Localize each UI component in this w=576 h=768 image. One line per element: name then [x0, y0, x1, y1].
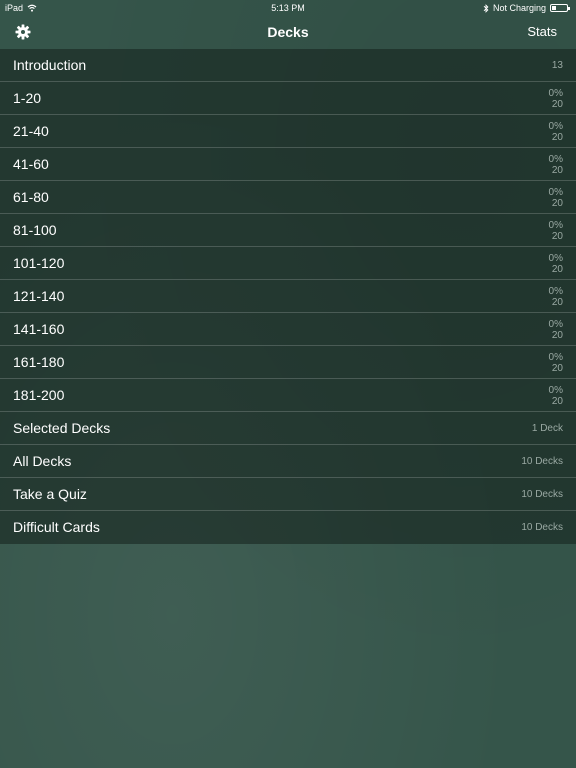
deck-card-count: 20: [551, 230, 563, 242]
deck-row[interactable]: Take a Quiz 10 Decks: [0, 478, 576, 511]
deck-row[interactable]: 21-40 0% 20: [0, 115, 576, 148]
deck-progress: 0%: [548, 87, 563, 99]
deck-card-count: 20: [551, 131, 563, 143]
deck-detail: 0% 20: [549, 346, 563, 379]
deck-progress: 0%: [548, 219, 563, 231]
deck-count: 10 Decks: [521, 456, 563, 467]
deck-label: 121-140: [13, 288, 65, 304]
navigation-bar: Decks Stats: [0, 16, 576, 48]
deck-count: 13: [551, 60, 563, 71]
deck-label: 181-200: [13, 387, 65, 403]
deck-row[interactable]: Introduction 13: [0, 49, 576, 82]
deck-progress: 0%: [548, 351, 563, 363]
deck-progress: 0%: [548, 186, 563, 198]
deck-card-count: 20: [551, 164, 563, 176]
deck-card-count: 20: [551, 296, 563, 308]
deck-row[interactable]: 41-60 0% 20: [0, 148, 576, 181]
deck-label: 101-120: [13, 255, 65, 271]
deck-count: 10 Decks: [521, 522, 563, 533]
deck-detail: 10 Decks: [521, 511, 563, 544]
deck-label: 1-20: [13, 90, 42, 106]
status-bar: iPad 5:13 PM Not Charging: [0, 0, 576, 16]
deck-card-count: 20: [551, 329, 563, 341]
deck-progress: 0%: [548, 153, 563, 165]
deck-card-count: 20: [551, 395, 563, 407]
deck-label: Difficult Cards: [13, 519, 100, 535]
deck-detail: 0% 20: [549, 82, 563, 115]
battery-tip: [568, 7, 570, 10]
deck-row[interactable]: 61-80 0% 20: [0, 181, 576, 214]
deck-detail: 1 Deck: [532, 412, 563, 445]
deck-detail: 0% 20: [549, 280, 563, 313]
deck-label: Introduction: [13, 57, 87, 73]
deck-progress: 0%: [548, 384, 563, 396]
deck-row[interactable]: All Decks 10 Decks: [0, 445, 576, 478]
deck-label: 81-100: [13, 222, 57, 238]
deck-row[interactable]: 141-160 0% 20: [0, 313, 576, 346]
deck-label: 61-80: [13, 189, 49, 205]
deck-label: 161-180: [13, 354, 65, 370]
battery-level: [552, 6, 556, 10]
deck-label: 141-160: [13, 321, 65, 337]
deck-count: 10 Decks: [521, 489, 563, 500]
deck-row[interactable]: 101-120 0% 20: [0, 247, 576, 280]
deck-detail: 10 Decks: [521, 478, 563, 511]
deck-detail: 0% 20: [549, 214, 563, 247]
bluetooth-icon: [483, 3, 489, 13]
deck-row[interactable]: Difficult Cards 10 Decks: [0, 511, 576, 544]
deck-card-count: 20: [551, 263, 563, 275]
deck-detail: 0% 20: [549, 379, 563, 412]
deck-row[interactable]: 181-200 0% 20: [0, 379, 576, 412]
deck-row[interactable]: 161-180 0% 20: [0, 346, 576, 379]
deck-detail: 0% 20: [549, 115, 563, 148]
stats-button[interactable]: Stats: [527, 16, 557, 48]
deck-label: Selected Decks: [13, 420, 111, 436]
deck-row[interactable]: 81-100 0% 20: [0, 214, 576, 247]
deck-list: Introduction 13 1-20 0% 20 21-40 0% 20 41-60 0% 20…: [0, 49, 576, 544]
deck-detail: 0% 20: [549, 148, 563, 181]
deck-progress: 0%: [548, 285, 563, 297]
deck-card-count: 20: [551, 197, 563, 209]
status-right: Not Charging: [483, 0, 570, 16]
deck-row[interactable]: 1-20 0% 20: [0, 82, 576, 115]
deck-progress: 0%: [548, 120, 563, 132]
deck-count: 1 Deck: [531, 423, 563, 434]
page-title: Decks: [267, 24, 309, 40]
deck-detail: 10 Decks: [521, 445, 563, 478]
deck-label: All Decks: [13, 453, 72, 469]
deck-label: Take a Quiz: [13, 486, 87, 502]
deck-detail: 0% 20: [549, 313, 563, 346]
deck-row[interactable]: Selected Decks 1 Deck: [0, 412, 576, 445]
deck-progress: 0%: [548, 318, 563, 330]
deck-label: 41-60: [13, 156, 49, 172]
deck-detail: 13: [552, 49, 563, 82]
charging-status: Not Charging: [492, 3, 546, 13]
deck-label: 21-40: [13, 123, 49, 139]
deck-card-count: 20: [551, 98, 563, 110]
battery-icon: [550, 4, 570, 12]
deck-progress: 0%: [548, 252, 563, 264]
deck-detail: 0% 20: [549, 181, 563, 214]
deck-detail: 0% 20: [549, 247, 563, 280]
deck-row[interactable]: 121-140 0% 20: [0, 280, 576, 313]
deck-card-count: 20: [551, 362, 563, 374]
